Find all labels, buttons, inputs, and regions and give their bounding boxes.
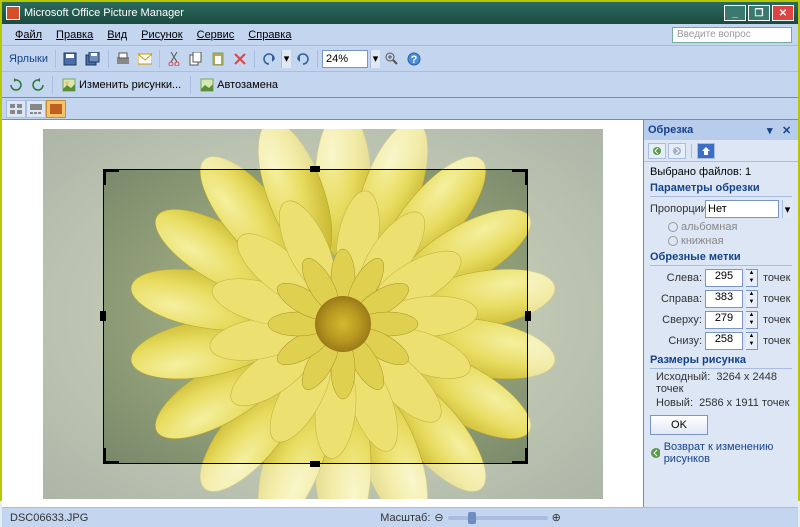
view-bar: [2, 98, 798, 120]
crop-handle-bottom[interactable]: [310, 461, 320, 467]
zoom-out-icon[interactable]: ⊖: [434, 511, 443, 524]
status-bar: DSC06633.JPG Масштаб: ⊖ ⊕: [2, 507, 798, 527]
zoom-dropdown[interactable]: ▾: [370, 50, 380, 68]
taskpane-close-icon[interactable]: ✕: [782, 124, 794, 136]
section-crop-marks: Обрезные метки: [650, 251, 792, 266]
view-filmstrip-button[interactable]: [26, 100, 46, 118]
menu-file[interactable]: Файл: [8, 27, 49, 43]
crop-handle-left[interactable]: [100, 311, 106, 321]
work-area: Обрезка ▾ ✕ Выбрано файлов: 1 Параметры …: [2, 120, 798, 507]
crop-handle-br[interactable]: [512, 448, 528, 464]
crop-handle-bl[interactable]: [103, 448, 119, 464]
crop-handle-tl[interactable]: [103, 169, 119, 185]
nav-home-button[interactable]: [697, 143, 715, 159]
paste-button[interactable]: [208, 49, 228, 69]
app-icon: [6, 6, 20, 20]
menu-tools[interactable]: Сервис: [190, 27, 242, 43]
canvas[interactable]: [2, 120, 643, 507]
nav-back-button[interactable]: [648, 143, 666, 159]
section-crop-params: Параметры обрезки: [650, 182, 792, 197]
dims-original: Исходный: 3264 x 2448 точек: [656, 371, 792, 395]
help-button[interactable]: ?: [404, 49, 424, 69]
proportions-label: Пропорции:: [650, 203, 702, 215]
section-dims: Размеры рисунка: [650, 354, 792, 369]
view-thumbnails-button[interactable]: [6, 100, 26, 118]
ok-button[interactable]: OK: [650, 415, 708, 435]
crop-left-spinner[interactable]: ▲▼: [746, 269, 758, 287]
print-button[interactable]: [113, 49, 133, 69]
dims-new: Новый: 2586 x 1911 точек: [656, 397, 792, 409]
undo-button[interactable]: [259, 49, 279, 69]
taskpane-title: Обрезка: [648, 124, 764, 136]
view-single-button[interactable]: [46, 100, 66, 118]
proportions-dropdown-icon[interactable]: ▾: [782, 200, 792, 218]
crop-right-spinner[interactable]: ▲▼: [746, 290, 758, 308]
taskpane-dropdown-icon[interactable]: ▾: [767, 124, 779, 136]
crop-overlay: [43, 129, 603, 499]
menu-view[interactable]: Вид: [100, 27, 134, 43]
crop-handle-tr[interactable]: [512, 169, 528, 185]
crop-top-spinner[interactable]: ▲▼: [746, 311, 758, 329]
undo-dropdown[interactable]: ▾: [281, 50, 291, 68]
menu-edit[interactable]: Правка: [49, 27, 100, 43]
menu-help[interactable]: Справка: [241, 27, 298, 43]
shortcuts-label[interactable]: Ярлыки: [6, 53, 51, 65]
crop-box[interactable]: [103, 169, 528, 464]
crop-bottom-input[interactable]: 258: [705, 332, 743, 350]
zoom-in-button[interactable]: [382, 49, 402, 69]
mail-button[interactable]: [135, 49, 155, 69]
orientation-landscape-radio[interactable]: альбомная: [668, 221, 792, 233]
close-button[interactable]: ✕: [772, 5, 794, 21]
proportions-select[interactable]: Нет: [705, 200, 779, 218]
help-question-input[interactable]: Введите вопрос: [672, 27, 792, 43]
zoom-combo[interactable]: 24%: [322, 50, 368, 68]
menu-picture[interactable]: Рисунок: [134, 27, 190, 43]
save-all-button[interactable]: [82, 49, 104, 69]
task-pane: Обрезка ▾ ✕ Выбрано файлов: 1 Параметры …: [643, 120, 798, 507]
menu-bar: Файл Правка Вид Рисунок Сервис Справка В…: [2, 24, 798, 46]
minimize-button[interactable]: _: [724, 5, 746, 21]
crop-handle-top[interactable]: [310, 166, 320, 172]
crop-bottom-spinner[interactable]: ▲▼: [746, 332, 758, 350]
zoom-slider[interactable]: [448, 516, 548, 520]
taskpane-nav: [644, 140, 798, 162]
maximize-button[interactable]: ❐: [748, 5, 770, 21]
zoom-in-icon[interactable]: ⊕: [552, 511, 561, 524]
back-arrow-icon: [650, 447, 660, 459]
zoom-label: Масштаб:: [380, 512, 430, 524]
crop-top-input[interactable]: 279: [705, 311, 743, 329]
crop-right-input[interactable]: 383: [705, 290, 743, 308]
rotate-right-button[interactable]: [28, 75, 48, 95]
toolbar-edit: Изменить рисунки... Автозамена: [2, 72, 798, 98]
title-bar: Microsoft Office Picture Manager _ ❐ ✕: [2, 2, 798, 24]
crop-bottom-label: Снизу:: [650, 335, 702, 347]
crop-handle-right[interactable]: [525, 311, 531, 321]
selected-files-text: Выбрано файлов: 1: [650, 166, 792, 178]
window-title: Microsoft Office Picture Manager: [24, 7, 724, 19]
crop-right-label: Справа:: [650, 293, 702, 305]
back-to-edit-link[interactable]: Возврат к изменению рисунков: [650, 441, 792, 465]
auto-correct-button[interactable]: Автозамена: [195, 75, 283, 95]
copy-button[interactable]: [186, 49, 206, 69]
svg-text:?: ?: [411, 54, 418, 66]
delete-button[interactable]: [230, 49, 250, 69]
crop-top-label: Сверху:: [650, 314, 702, 326]
crop-left-input[interactable]: 295: [705, 269, 743, 287]
save-button[interactable]: [60, 49, 80, 69]
redo-button[interactable]: [293, 49, 313, 69]
picture: [43, 129, 603, 499]
cut-button[interactable]: [164, 49, 184, 69]
crop-left-label: Слева:: [650, 272, 702, 284]
status-filename: DSC06633.JPG: [10, 512, 88, 524]
rotate-left-button[interactable]: [6, 75, 26, 95]
orientation-portrait-radio[interactable]: книжная: [668, 235, 792, 247]
taskpane-header: Обрезка ▾ ✕: [644, 120, 798, 140]
nav-forward-button[interactable]: [668, 143, 686, 159]
edit-pictures-button[interactable]: Изменить рисунки...: [57, 75, 186, 95]
toolbar-main: Ярлыки ▾ 24% ▾ ?: [2, 46, 798, 72]
